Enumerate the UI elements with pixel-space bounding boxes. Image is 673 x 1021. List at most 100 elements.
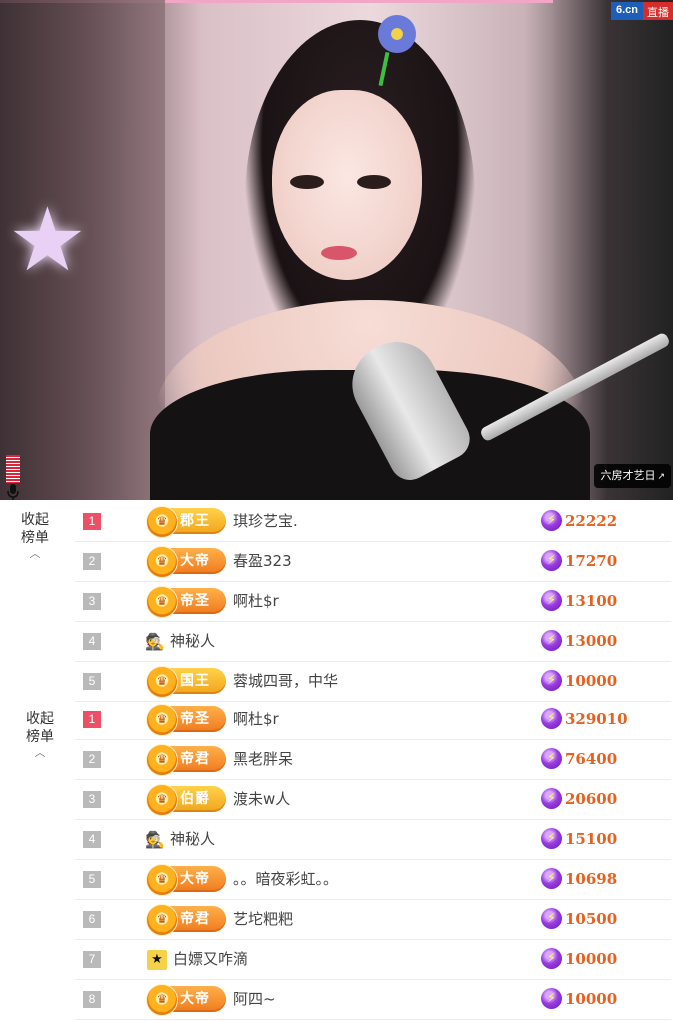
ranking-row[interactable]: 1 ♛ 帝圣 啊杜$r ⚡ 329010 xyxy=(75,700,671,740)
rank-number: 5 xyxy=(83,673,101,690)
streamer-eye-left xyxy=(290,175,324,189)
hair-flower-clip xyxy=(375,12,419,56)
room-tag-link[interactable]: 六房才艺日 ↗ xyxy=(594,464,671,488)
score-value: 329010 xyxy=(565,710,628,728)
user-name[interactable]: 啊杜$r xyxy=(233,582,279,621)
rank-number: 1 xyxy=(83,711,101,728)
user-name[interactable]: 阿四~ xyxy=(233,980,276,1019)
score-value: 20600 xyxy=(565,790,618,808)
score-value: 22222 xyxy=(565,512,618,530)
contribution-score: ⚡ 17270 xyxy=(541,542,617,581)
user-name[interactable]: 啊杜$r xyxy=(233,700,279,739)
noble-rank-label: 国王 xyxy=(180,673,210,689)
contribution-score: ⚡ 20600 xyxy=(541,780,617,819)
ranking-row[interactable]: 2 ♛ 帝君 黑老胖呆 ⚡ 76400 xyxy=(75,740,671,780)
lightning-gem-icon: ⚡ xyxy=(541,828,562,849)
lightning-gem-icon: ⚡ xyxy=(541,788,562,809)
noble-rank-badge: ♛ 帝圣 xyxy=(146,586,226,618)
collapse-label-line1: 收起 xyxy=(21,512,49,528)
collapse-ranking-button[interactable]: 收起 榜单 ︿ xyxy=(20,710,60,759)
rank-number: 4 xyxy=(83,633,101,650)
rank-number: 3 xyxy=(83,791,101,808)
score-value: 10000 xyxy=(565,672,618,690)
noble-rank-badge: ♛ 大帝 xyxy=(146,864,226,896)
noble-rank-label: 伯爵 xyxy=(180,791,210,807)
noble-rank-badge: ♛ 帝君 xyxy=(146,744,226,776)
ranking-row[interactable]: 4 🕵 神秘人 ⚡ 15100 xyxy=(75,820,671,860)
ranking-row[interactable]: 5 ♛ 大帝 。。暗夜彩虹。。 ⚡ 10698 xyxy=(75,860,671,900)
user-name[interactable]: 蓉城四哥，中华 xyxy=(233,662,338,701)
rank-number: 8 xyxy=(83,991,101,1008)
user-name[interactable]: 艺坨粑粑 xyxy=(233,900,293,939)
rank-number: 1 xyxy=(83,513,101,530)
lightning-gem-icon: ⚡ xyxy=(541,868,562,889)
user-name[interactable]: 黑老胖呆 xyxy=(233,740,293,779)
rank-number: 2 xyxy=(83,751,101,768)
collapse-label-line2: 榜单 xyxy=(26,729,54,745)
contribution-score: ⚡ 329010 xyxy=(541,700,628,739)
site-logo-text: 6.cn xyxy=(610,2,643,20)
rank-number: 5 xyxy=(83,871,101,888)
user-name[interactable]: 琪珍艺宝. xyxy=(233,502,298,541)
lightning-gem-icon: ⚡ xyxy=(541,948,562,969)
noble-rank-label: 帝君 xyxy=(180,911,210,927)
mystery-user-icon: 🕵 xyxy=(145,632,165,651)
user-name[interactable]: 神秘人 xyxy=(170,622,215,661)
live-stream-video[interactable]: ★ 6.cn 直播 六房才艺日 ↗ xyxy=(0,0,673,500)
noble-rank-badge: ♛ 大帝 xyxy=(146,546,226,578)
ranking-row[interactable]: 7 ★ 白嫖又咋滴 ⚡ 10000 xyxy=(75,940,671,980)
user-name[interactable]: 神秘人 xyxy=(170,820,215,859)
ranking-row[interactable]: 5 ♛ 国王 蓉城四哥，中华 ⚡ 10000 xyxy=(75,662,671,702)
contribution-score: ⚡ 10000 xyxy=(541,940,617,979)
site-logo: 6.cn 直播 xyxy=(610,2,673,20)
streamer-eye-right xyxy=(357,175,391,189)
ranking-row[interactable]: 6 ♛ 帝君 艺坨粑粑 ⚡ 10500 xyxy=(75,900,671,940)
noble-rank-label: 帝圣 xyxy=(180,593,210,609)
level-star-icon: ★ xyxy=(147,950,167,970)
volume-level-icon[interactable] xyxy=(6,455,20,483)
lightning-gem-icon: ⚡ xyxy=(541,708,562,729)
noble-rank-label: 郡王 xyxy=(180,513,210,529)
ranking-row[interactable]: 4 🕵 神秘人 ⚡ 13000 xyxy=(75,622,671,662)
user-name[interactable]: 春盈323 xyxy=(233,542,292,581)
user-name[interactable]: 白嫖又咋滴 xyxy=(173,940,248,979)
score-value: 10000 xyxy=(565,990,618,1008)
ranking-row[interactable]: 3 ♛ 帝圣 啊杜$r ⚡ 13100 xyxy=(75,582,671,622)
crown-icon: ♛ xyxy=(146,784,178,816)
noble-rank-badge: ♛ 郡王 xyxy=(146,506,226,538)
lightning-gem-icon: ⚡ xyxy=(541,590,562,611)
rank-number: 4 xyxy=(83,831,101,848)
lightning-gem-icon: ⚡ xyxy=(541,670,562,691)
score-value: 10698 xyxy=(565,870,618,888)
contribution-score: ⚡ 13000 xyxy=(541,622,617,661)
collapse-ranking-button[interactable]: 收起 榜单 ︿ xyxy=(15,511,55,560)
ranking-row[interactable]: 8 ♛ 大帝 阿四~ ⚡ 10000 xyxy=(75,980,671,1020)
crown-icon: ♛ xyxy=(146,666,178,698)
room-tag-label: 六房才艺日 xyxy=(600,469,656,482)
noble-rank-badge: ♛ 大帝 xyxy=(146,984,226,1016)
lightning-gem-icon: ⚡ xyxy=(541,510,562,531)
crown-icon: ♛ xyxy=(146,506,178,538)
user-name[interactable]: 。。暗夜彩虹。。 xyxy=(233,860,338,899)
user-name[interactable]: 渡未w人 xyxy=(233,780,290,819)
crown-icon: ♛ xyxy=(146,586,178,618)
microphone-icon[interactable] xyxy=(6,484,20,500)
streamer-lips xyxy=(321,246,357,260)
ranking-row[interactable]: 3 ♛ 伯爵 渡未w人 ⚡ 20600 xyxy=(75,780,671,820)
ranking-row[interactable]: 2 ♛ 大帝 春盈323 ⚡ 17270 xyxy=(75,542,671,582)
score-value: 10500 xyxy=(565,910,618,928)
contribution-score: ⚡ 13100 xyxy=(541,582,617,621)
collapse-label-line1: 收起 xyxy=(26,711,54,727)
contribution-score: ⚡ 15100 xyxy=(541,820,617,859)
crown-icon: ♛ xyxy=(146,984,178,1016)
lightning-gem-icon: ⚡ xyxy=(541,748,562,769)
crown-icon: ♛ xyxy=(146,864,178,896)
chevron-up-icon: ︿ xyxy=(34,746,46,759)
rank-number: 2 xyxy=(83,553,101,570)
chevron-up-icon: ︿ xyxy=(29,547,41,560)
noble-rank-label: 帝圣 xyxy=(180,711,210,727)
ranking-row[interactable]: 1 ♛ 郡王 琪珍艺宝. ⚡ 22222 xyxy=(75,502,671,542)
contribution-score: ⚡ 10500 xyxy=(541,900,617,939)
noble-rank-badge: ♛ 帝圣 xyxy=(146,704,226,736)
score-value: 17270 xyxy=(565,552,618,570)
